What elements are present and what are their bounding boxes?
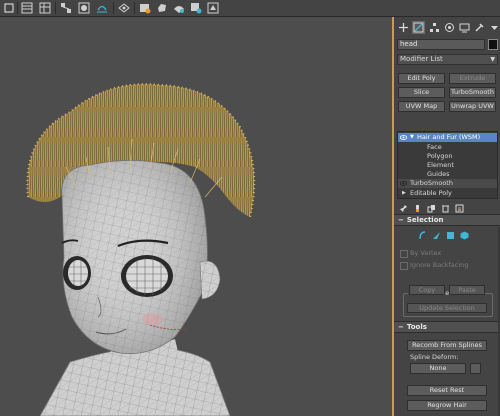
stack-item-editable-poly[interactable]: ▶ Editable Poly [398, 189, 497, 198]
layers-icon[interactable] [20, 1, 34, 15]
modifier-list-dropdown[interactable]: Modifier List ▼ [397, 54, 498, 65]
remove-modifier-icon[interactable] [441, 204, 450, 213]
panel-options-icon[interactable] [488, 21, 500, 34]
guides-selection-icon[interactable] [417, 230, 428, 241]
display-tab-icon[interactable] [458, 21, 470, 34]
command-panel-tabs [394, 17, 500, 37]
stack-item-label: Editable Poly [410, 189, 452, 197]
ignore-backfacing-checkbox[interactable]: Ignore Backfacing [400, 260, 490, 270]
head-model-render [26, 83, 256, 416]
polygon-selection-icon[interactable] [445, 230, 456, 241]
pin-stack-icon[interactable] [399, 204, 408, 213]
turbosmooth-button[interactable]: TurboSmooth [449, 87, 496, 98]
eye-icon[interactable] [400, 135, 407, 140]
tools-rollout-header[interactable]: − Tools [394, 321, 500, 333]
eye-icon[interactable] [400, 181, 407, 186]
modifier-stack: ▼ Hair and Fur (WSM) Face Polygon Elemen… [397, 131, 498, 199]
spline-deform-clear-button[interactable] [470, 363, 481, 374]
chevron-down-icon: ▼ [490, 56, 495, 63]
rollout-title: Selection [406, 216, 444, 224]
paste-button[interactable]: Paste [449, 285, 485, 295]
modify-tab-icon[interactable] [412, 20, 425, 34]
render-online-icon[interactable] [206, 1, 220, 15]
slice-button[interactable]: Slice [398, 87, 445, 98]
main-toolbar [0, 0, 500, 17]
sub-object-label: Element [427, 161, 454, 169]
sub-object-guides[interactable]: Guides [398, 170, 497, 179]
by-vertex-checkbox[interactable]: By Vertex [400, 248, 490, 258]
sub-object-label: Face [427, 143, 442, 151]
toolbar-divider [113, 2, 114, 14]
stack-item-label: Hair and Fur (WSM) [417, 133, 481, 141]
element-selection-icon[interactable] [459, 230, 470, 241]
toolbar-divider [55, 2, 56, 14]
copy-button[interactable]: Copy [409, 285, 445, 295]
render-production-icon[interactable] [189, 1, 203, 15]
face-selection-icon[interactable] [431, 230, 442, 241]
sub-object-element[interactable]: Element [398, 161, 497, 170]
stack-toolbar [397, 203, 498, 214]
render-setup-icon[interactable] [117, 1, 131, 15]
extrude-button[interactable]: Extrude [449, 73, 496, 84]
stack-item-hair-and-fur[interactable]: ▼ Hair and Fur (WSM) [398, 133, 497, 142]
curve-editor-icon[interactable] [95, 1, 109, 15]
recomb-from-splines-button[interactable]: Recomb From Splines [407, 340, 487, 351]
table-icon[interactable] [38, 1, 52, 15]
update-selection-button[interactable]: Update Selection [407, 303, 487, 313]
unwrap-uvw-button[interactable]: Unwrap UVW [449, 101, 496, 112]
collapse-icon: − [398, 323, 404, 331]
uvw-map-button[interactable]: UVW Map [398, 101, 445, 112]
utilities-tab-icon[interactable] [473, 21, 485, 34]
hierarchy-tab-icon[interactable] [428, 21, 440, 34]
make-unique-icon[interactable] [427, 204, 436, 213]
regrow-hair-button[interactable]: Regrow Hair [407, 400, 487, 411]
render-icon[interactable] [155, 1, 169, 15]
configure-modifier-sets-icon[interactable] [455, 204, 464, 213]
motion-tab-icon[interactable] [443, 21, 455, 34]
material-editor-icon[interactable] [77, 1, 91, 15]
sub-object-face[interactable]: Face [398, 143, 497, 152]
object-color-swatch[interactable] [488, 39, 498, 50]
edit-poly-button[interactable]: Edit Poly [398, 73, 445, 84]
collapse-icon: − [398, 216, 404, 224]
schematic-icon[interactable] [59, 1, 73, 15]
stack-item-turbosmooth[interactable]: TurboSmooth [398, 179, 497, 188]
expand-triangle-icon[interactable]: ▶ [402, 189, 406, 198]
command-panel: head Modifier List ▼ Edit Poly Extrude S… [394, 17, 500, 416]
select-icon[interactable] [2, 1, 16, 15]
sub-object-label: Guides [427, 170, 450, 178]
show-end-result-icon[interactable] [413, 204, 422, 213]
object-name-field[interactable]: head [397, 39, 485, 50]
sub-object-label: Polygon [427, 152, 453, 160]
toolbar-divider [134, 2, 135, 14]
rollout-title: Tools [406, 323, 427, 331]
render-frame-icon[interactable] [138, 1, 152, 15]
selection-rollout-header[interactable]: − Selection [394, 214, 500, 226]
spline-deform-none-button[interactable]: None [410, 363, 466, 374]
collapse-triangle-icon[interactable]: ▼ [410, 133, 414, 142]
stack-item-label: TurboSmooth [410, 179, 453, 187]
modifier-list-label: Modifier List [400, 55, 443, 63]
viewport-perspective[interactable] [0, 17, 394, 416]
render-iterative-icon[interactable] [172, 1, 186, 15]
reset-rest-button[interactable]: Reset Rest [407, 385, 487, 396]
toolbar-divider [17, 2, 18, 14]
create-tab-icon[interactable] [397, 21, 409, 34]
sub-object-polygon[interactable]: Polygon [398, 152, 497, 161]
spline-deform-label: Spline Deform: [410, 353, 459, 361]
